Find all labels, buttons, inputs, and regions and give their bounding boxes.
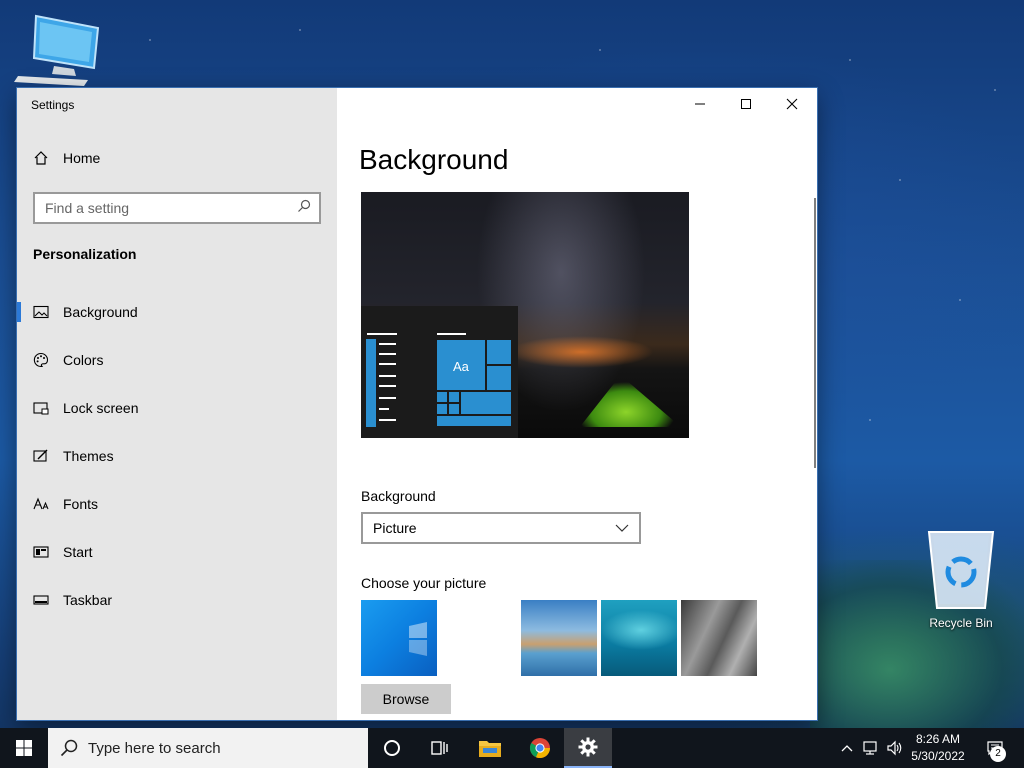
preview-tile-text: Aa: [453, 359, 469, 374]
find-setting-input[interactable]: [45, 200, 297, 216]
settings-content: Background Aa Background Picture Choose …: [337, 88, 817, 720]
taskbar-search[interactable]: Type here to search: [48, 728, 368, 768]
nav-item-taskbar[interactable]: Taskbar: [17, 576, 337, 624]
home-icon: [33, 150, 49, 166]
recycle-bin-desktop-icon[interactable]: Recycle Bin: [916, 526, 1006, 630]
chrome-button[interactable]: [516, 728, 564, 768]
picture-thumbnail-underwater[interactable]: [601, 600, 677, 676]
minimize-button[interactable]: [677, 88, 723, 120]
folder-icon: [479, 741, 501, 757]
nav-item-label: Background: [63, 304, 138, 320]
taskbar-search-placeholder: Type here to search: [88, 739, 221, 757]
windows-start-icon: [16, 740, 32, 756]
show-hidden-icons-button[interactable]: [838, 728, 856, 768]
volume-button[interactable]: [884, 728, 906, 768]
window-title: Settings: [31, 98, 75, 112]
file-explorer-button[interactable]: [466, 728, 514, 768]
themes-brush-icon: [33, 448, 49, 464]
picture-icon: [33, 304, 49, 320]
background-type-value: Picture: [373, 520, 417, 536]
nav-item-colors[interactable]: Colors: [17, 336, 337, 384]
taskbar: Type here to search 8:26 AM 5/30/2022 2: [0, 728, 1024, 768]
speaker-icon: [887, 740, 902, 756]
chrome-icon: [529, 738, 551, 759]
find-setting-search[interactable]: [33, 192, 321, 224]
this-pc-desktop-icon[interactable]: [14, 14, 104, 86]
cortana-circle-icon: [384, 740, 400, 756]
fonts-icon: [33, 496, 49, 512]
nav-home[interactable]: Home: [33, 150, 100, 166]
browse-button[interactable]: Browse: [361, 684, 451, 714]
background-preview: Aa: [361, 192, 689, 438]
taskbar-icon: [33, 592, 49, 608]
search-icon[interactable]: [297, 199, 311, 218]
nav-item-label: Themes: [63, 448, 114, 464]
nav-item-fonts[interactable]: Fonts: [17, 480, 337, 528]
close-button[interactable]: [769, 88, 815, 120]
preview-start-menu-graphic: [366, 333, 511, 427]
computer-icon: [14, 14, 100, 86]
section-heading: Personalization: [33, 246, 137, 262]
notification-count-badge: 2: [990, 746, 1006, 762]
nav-item-label: Colors: [63, 352, 104, 368]
choose-picture-label: Choose your picture: [361, 575, 487, 591]
network-button[interactable]: [860, 728, 882, 768]
personalization-nav: Background Colors Lock screen Themes Fon…: [17, 288, 337, 624]
maximize-icon: [741, 99, 751, 109]
nav-item-label: Lock screen: [63, 400, 139, 416]
picture-thumbnail-rocks[interactable]: [681, 600, 757, 676]
search-icon: [60, 739, 78, 757]
task-view-icon: [431, 741, 448, 755]
picture-thumbnail-beach[interactable]: [521, 600, 597, 676]
chevron-up-icon: [841, 745, 853, 752]
cortana-button[interactable]: [368, 728, 416, 768]
settings-taskbar-button[interactable]: [564, 728, 612, 768]
preview-tent: [579, 375, 681, 427]
page-title: Background: [359, 144, 509, 175]
nav-item-themes[interactable]: Themes: [17, 432, 337, 480]
nav-item-background[interactable]: Background: [17, 288, 337, 336]
task-view-button[interactable]: [416, 728, 464, 768]
recycle-bin-label: Recycle Bin: [929, 616, 993, 630]
lock-screen-icon: [33, 400, 49, 416]
settings-sidebar: Settings Home Personalization Background: [17, 88, 337, 720]
windows-logo-glow: [409, 622, 427, 656]
background-type-dropdown[interactable]: Picture: [361, 512, 641, 544]
minimize-icon: [695, 103, 705, 105]
start-icon: [33, 544, 49, 560]
nav-item-lock-screen[interactable]: Lock screen: [17, 384, 337, 432]
content-scrollbar[interactable]: [814, 198, 817, 468]
start-button[interactable]: [0, 728, 48, 768]
nav-item-label: Start: [63, 544, 93, 560]
nav-home-label: Home: [63, 150, 101, 166]
background-type-label: Background: [361, 488, 436, 504]
taskbar-clock[interactable]: 8:26 AM 5/30/2022: [905, 731, 971, 765]
settings-window: Settings Home Personalization Background: [17, 88, 817, 720]
maximize-button[interactable]: [723, 88, 769, 120]
picture-thumbnail-windows[interactable]: [361, 600, 437, 676]
nav-item-start[interactable]: Start: [17, 528, 337, 576]
scrollbar-thumb[interactable]: [814, 198, 816, 468]
network-icon: [863, 741, 877, 755]
palette-icon: [33, 352, 49, 368]
close-icon: [786, 98, 798, 110]
chevron-down-icon: [615, 524, 629, 532]
nav-item-label: Fonts: [63, 496, 99, 512]
recycle-bin-icon: [927, 531, 995, 609]
clock-date: 5/30/2022: [911, 749, 965, 763]
gear-icon: [578, 737, 598, 757]
clock-time: 8:26 AM: [915, 732, 961, 746]
preview-start-menu: Aa: [361, 306, 518, 438]
nav-item-label: Taskbar: [63, 592, 113, 608]
